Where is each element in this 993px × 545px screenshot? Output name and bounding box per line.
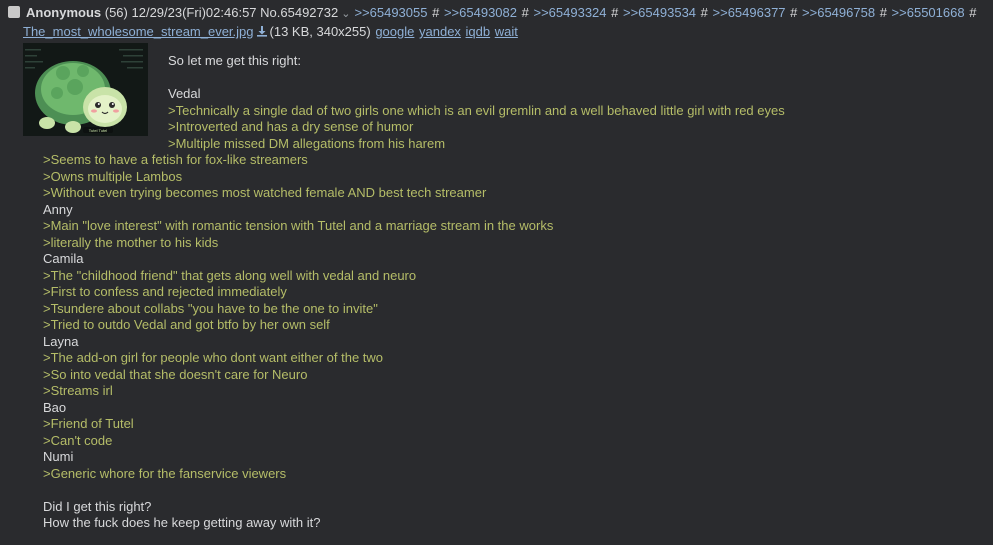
backlink[interactable]: >>65493324	[533, 5, 606, 20]
post: Anonymous (56) 12/29/23(Fri)02:46:57 No.…	[0, 0, 993, 545]
backlink[interactable]: >>65493082	[444, 5, 517, 20]
message-line: Vedal	[168, 86, 201, 101]
file-name-link[interactable]: The_most_wholesome_stream_ever.jpg	[23, 24, 254, 39]
backlink-quote-marker[interactable]: #	[522, 5, 529, 20]
greentext-line: >Main "love interest" with romantic tens…	[43, 218, 554, 233]
post-select-checkbox[interactable]	[8, 6, 20, 18]
post-header: Anonymous (56) 12/29/23(Fri)02:46:57 No.…	[8, 4, 977, 23]
post-message-top: So let me get this right: Vedal >Technical…	[168, 53, 785, 152]
message-line: Numi	[43, 449, 74, 464]
backlink-quote-marker[interactable]: #	[969, 5, 976, 20]
greentext-line: >literally the mother to his kids	[43, 234, 219, 250]
backlink-quote-marker[interactable]: #	[790, 5, 797, 20]
greentext-line: >Introverted and has a dry sense of humo…	[168, 119, 414, 134]
thumb-caption: Tutel Tutel	[89, 128, 108, 133]
backlink-quote-marker[interactable]: #	[880, 5, 887, 20]
greentext-line: >Tsundere about collabs "you have to be …	[43, 300, 378, 316]
message-line: How the fuck does he keep getting away w…	[43, 515, 321, 530]
post-datetime: 12/29/23(Fri)02:46:57	[131, 5, 257, 20]
turtle-thumbnail-image: Tutel Tutel	[23, 43, 148, 136]
backlink[interactable]: >>65493055	[354, 5, 427, 20]
file-size-info: (13 KB, 340x255)	[269, 24, 371, 39]
greentext-line: >First to confess and rejected immediate…	[43, 284, 287, 299]
greentext-line: >Multiple missed DM allegations from his…	[168, 135, 446, 151]
greentext-line: >Generic whore for the fanservice viewer…	[43, 465, 287, 481]
greentext-line: >Seems to have a fetish for fox-like str…	[43, 152, 308, 167]
backlinks: >>65493055 # >>65493082 # >>65493324 # >…	[354, 5, 977, 20]
post-message-bottom: >Seems to have a fetish for fox-like str…	[43, 152, 553, 532]
backlink-quote-marker[interactable]: #	[701, 5, 708, 20]
google-search-link[interactable]: google	[375, 24, 414, 39]
backlink[interactable]: >>65496377	[713, 5, 786, 20]
post-number[interactable]: No.65492732	[260, 5, 338, 20]
chevron-down-icon[interactable]: ⌄	[341, 8, 350, 20]
message-line: So let me get this right:	[168, 53, 301, 68]
wait-search-link[interactable]: wait	[495, 24, 518, 39]
message-line: Bao	[43, 399, 67, 415]
message-line: Did I get this right?	[43, 498, 152, 514]
message-line: Anny	[43, 201, 73, 217]
message-line: Layna	[43, 333, 79, 349]
yandex-search-link[interactable]: yandex	[419, 24, 461, 39]
post-count: (56)	[104, 5, 128, 20]
greentext-line: >So into vedal that she doesn't care for…	[43, 366, 308, 382]
download-icon[interactable]	[256, 24, 268, 37]
backlink[interactable]: >>65501668	[892, 5, 965, 20]
greentext-line: >Can't code	[43, 432, 113, 448]
greentext-line: >Without even trying becomes most watche…	[43, 185, 487, 200]
backlink-quote-marker[interactable]: #	[611, 5, 618, 20]
greentext-line: >Technically a single dad of two girls o…	[168, 102, 785, 118]
backlink-quote-marker[interactable]: #	[432, 5, 439, 20]
greentext-line: >The add-on girl for people who dont wan…	[43, 350, 384, 365]
greentext-line: >The "childhood friend" that gets along …	[43, 267, 417, 283]
file-info-line: The_most_wholesome_stream_ever.jpg (13 KB…	[23, 23, 518, 41]
post-thumbnail[interactable]: Tutel Tutel	[23, 43, 148, 136]
poster-name: Anonymous	[26, 5, 102, 20]
iqdb-search-link[interactable]: iqdb	[466, 24, 491, 39]
message-line: Camila	[43, 251, 84, 266]
greentext-line: >Streams irl	[43, 383, 113, 398]
greentext-line: >Tried to outdo Vedal and got btfo by he…	[43, 317, 330, 332]
backlink[interactable]: >>65496758	[802, 5, 875, 20]
greentext-line: >Owns multiple Lambos	[43, 168, 183, 184]
backlink[interactable]: >>65493534	[623, 5, 696, 20]
greentext-line: >Friend of Tutel	[43, 416, 134, 431]
